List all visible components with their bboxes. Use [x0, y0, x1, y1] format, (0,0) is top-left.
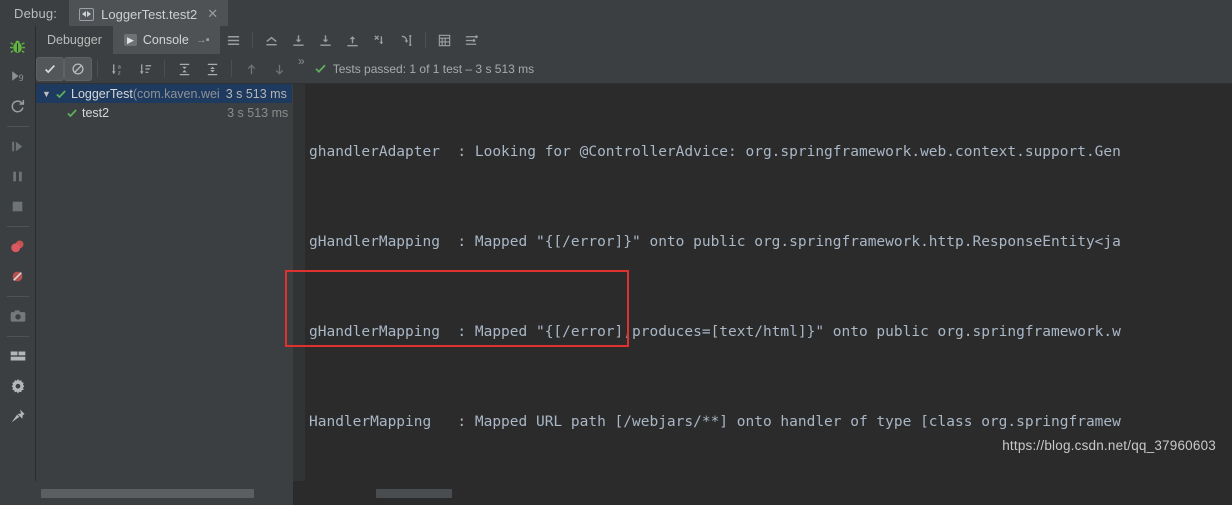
previous-failed-test-icon[interactable] — [237, 54, 265, 84]
layout-settings-icon[interactable] — [3, 342, 33, 370]
testbar-divider-2 — [164, 60, 165, 77]
close-icon[interactable]: ✕ — [204, 7, 219, 22]
show-execution-point-icon[interactable] — [258, 26, 285, 54]
test-tree-root-duration: 3 s 513 ms — [225, 86, 287, 101]
menu-lines-icon[interactable] — [220, 26, 247, 54]
pin-tab-icon[interactable] — [3, 402, 33, 430]
stop-icon[interactable] — [3, 192, 33, 220]
svg-text:z: z — [117, 70, 120, 76]
bottom-left-corner — [0, 481, 36, 505]
collapse-all-icon[interactable] — [198, 54, 226, 84]
debug-subtoolbar: Debugger ▶ Console →▪ — [36, 26, 1232, 54]
test-tree-root-label: LoggerTest — [71, 86, 133, 101]
debug-action-rail: 9 — [0, 26, 36, 505]
test-results-tree[interactable]: ▼ LoggerTest (com.kaven.wei 3 s 513 ms t… — [36, 84, 292, 481]
show-passed-toggle[interactable] — [36, 57, 64, 81]
step-out-icon[interactable] — [339, 26, 366, 54]
scrollbar-thumb[interactable] — [376, 489, 452, 498]
rail-divider-2 — [6, 226, 29, 227]
debug-bug-icon[interactable] — [3, 32, 33, 60]
console-icon: ▶ — [123, 34, 137, 46]
next-failed-test-icon[interactable] — [265, 54, 293, 84]
view-breakpoints-icon[interactable] — [3, 232, 33, 260]
tab-debugger[interactable]: Debugger — [36, 26, 113, 54]
run-configuration-tab-label: LoggerTest.test2 — [101, 6, 198, 22]
log-line: ghandlerAdapter : Looking for @Controlle… — [309, 144, 1121, 160]
test-passed-icon — [67, 108, 77, 117]
console-gutter — [293, 84, 305, 481]
test-passed-icon — [56, 89, 66, 98]
console-horizontal-scrollbar[interactable] — [293, 481, 1232, 505]
tree-horizontal-scrollbar[interactable] — [36, 481, 293, 505]
test-tree-root[interactable]: ▼ LoggerTest (com.kaven.wei 3 s 513 ms — [36, 84, 292, 103]
sort-by-duration-icon[interactable] — [131, 54, 159, 84]
test-results-toolbar: az » Tests passed: 1 of 1 test – 3 s 513… — [36, 54, 1232, 84]
test-status-text: Tests passed: 1 of 1 test – 3 s 513 ms — [332, 61, 535, 76]
run-to-cursor-icon[interactable] — [393, 26, 420, 54]
debug-titlebar: Debug: LoggerTest.test2 ✕ — [0, 0, 1232, 26]
settings-gear-icon[interactable] — [3, 372, 33, 400]
testbar-divider — [97, 60, 98, 77]
evaluate-expression-icon[interactable] — [431, 26, 458, 54]
resume-program-icon[interactable] — [3, 132, 33, 160]
toolbar-overflow-button[interactable]: » — [293, 54, 310, 83]
debug-tool-window: Debug: LoggerTest.test2 ✕ 9 Debugger ▶ C… — [0, 0, 1232, 505]
expand-all-icon[interactable] — [170, 54, 198, 84]
run-configuration-tab[interactable]: LoggerTest.test2 ✕ — [69, 0, 229, 26]
toolbar-divider-2 — [424, 32, 426, 48]
console-settings-icon[interactable] — [458, 26, 485, 54]
force-step-into-icon[interactable] — [366, 26, 393, 54]
soft-wrap-arrow-icon[interactable]: →▪ — [196, 34, 210, 46]
camera-snapshot-icon[interactable] — [3, 302, 33, 330]
chevron-down-icon[interactable]: ▼ — [42, 89, 55, 99]
test-tree-child-duration: 3 s 513 ms — [227, 105, 289, 120]
log-line: HandlerMapping : Mapped URL path [/webja… — [309, 414, 1121, 430]
debug-session-icon — [79, 7, 95, 21]
console-log-text: ghandlerAdapter : Looking for @Controlle… — [305, 84, 1232, 481]
tab-console[interactable]: ▶ Console →▪ — [112, 26, 220, 54]
test-tree-child-label: test2 — [82, 105, 110, 120]
show-ignored-toggle[interactable] — [64, 57, 92, 81]
log-line: gHandlerMapping : Mapped "{[/error]}" on… — [309, 234, 1121, 250]
rail-divider-4 — [6, 336, 29, 337]
rerun-icon[interactable] — [3, 92, 33, 120]
rail-divider — [6, 126, 29, 127]
step-over-icon[interactable] — [285, 26, 312, 54]
rail-divider-3 — [6, 296, 29, 297]
check-green-icon — [315, 64, 326, 74]
test-tree-child-test2[interactable]: test2 3 s 513 ms — [36, 103, 292, 122]
tab-console-label: Console — [142, 33, 189, 47]
step-into-icon[interactable] — [312, 26, 339, 54]
test-status-bar: Tests passed: 1 of 1 test – 3 s 513 ms — [310, 54, 534, 83]
tab-debugger-label: Debugger — [47, 33, 102, 47]
watermark-text: https://blog.csdn.net/qq_37960603 — [1002, 438, 1216, 453]
debug-label: Debug: — [14, 5, 58, 21]
mute-breakpoints-icon[interactable] — [3, 262, 33, 290]
svg-text:9: 9 — [19, 73, 24, 83]
toolbar-divider — [251, 32, 253, 48]
testbar-divider-3 — [231, 60, 232, 77]
log-line: gHandlerMapping : Mapped "{[/error],prod… — [309, 324, 1121, 340]
scrollbar-thumb[interactable] — [41, 489, 254, 498]
pause-program-icon[interactable] — [3, 162, 33, 190]
svg-text:a: a — [117, 64, 120, 70]
rerun-failed-tests-icon[interactable]: 9 — [3, 62, 33, 90]
console-output-panel[interactable]: ghandlerAdapter : Looking for @Controlle… — [293, 84, 1232, 481]
sort-alphabetically-icon[interactable]: az — [103, 54, 131, 84]
test-tree-root-package: (com.kaven.wei — [132, 86, 220, 101]
